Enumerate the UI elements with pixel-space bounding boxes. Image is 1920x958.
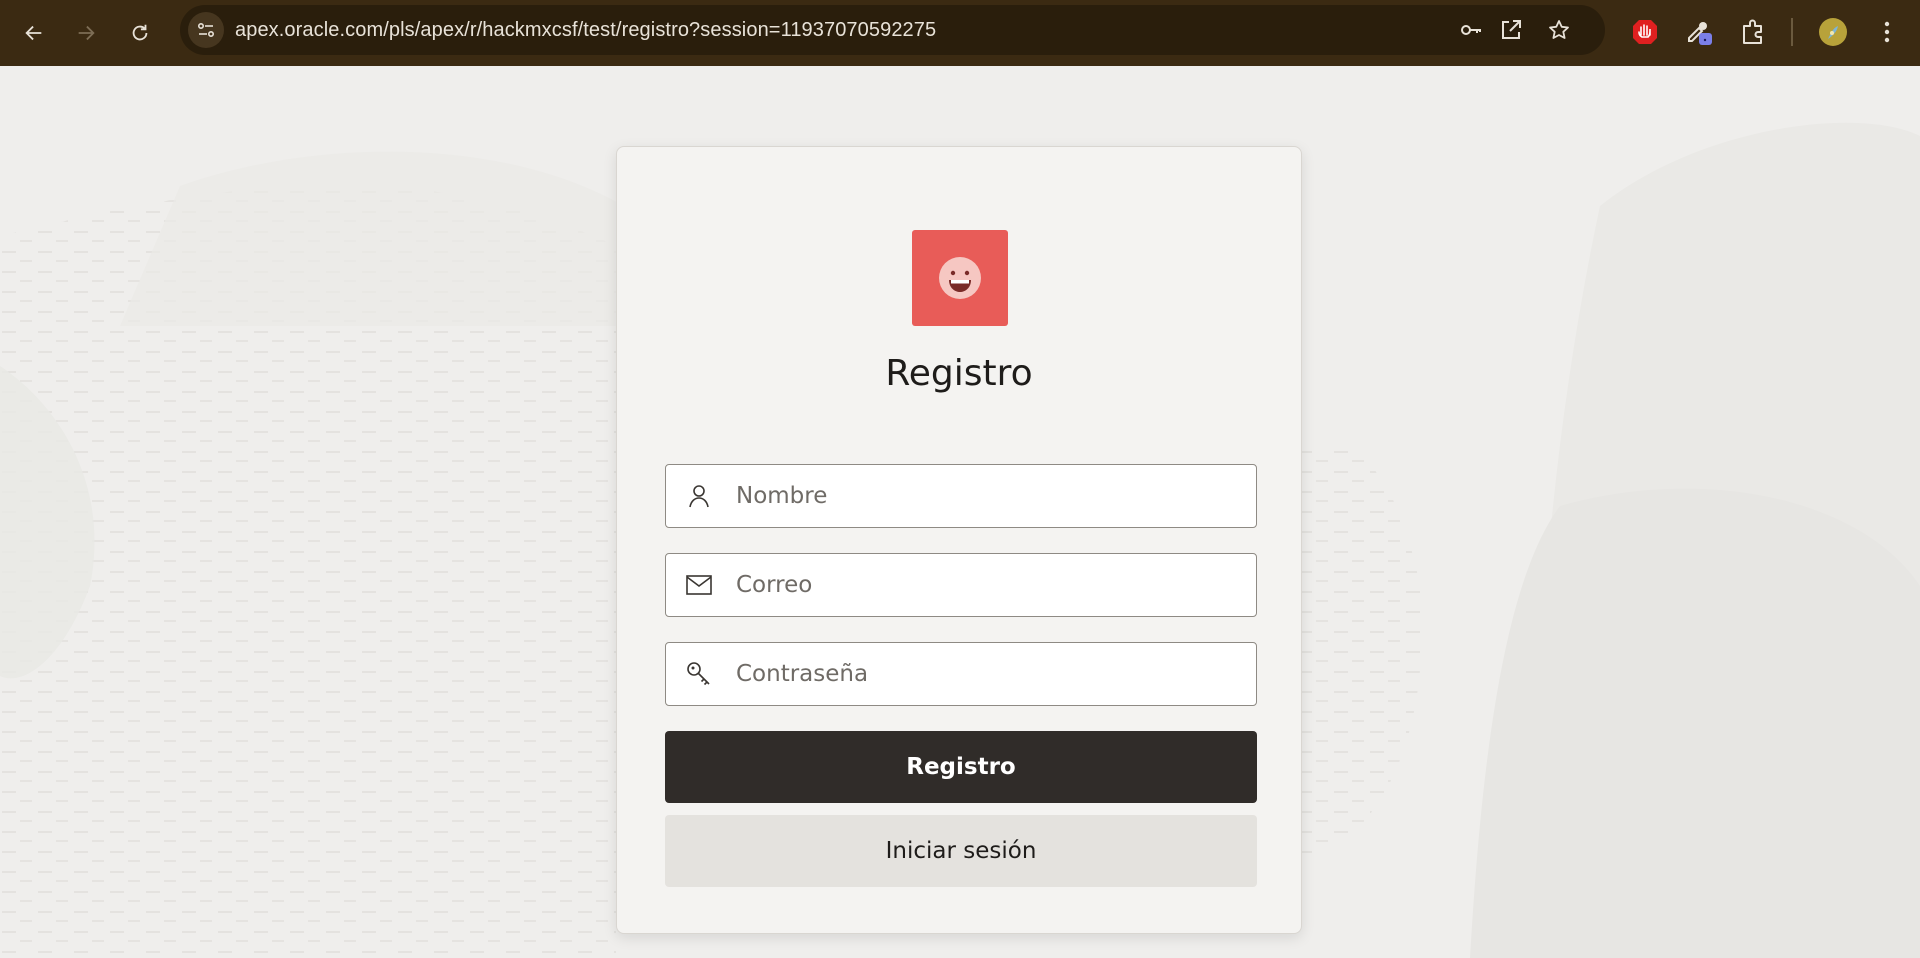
page-title: Registro [885,353,1033,394]
url-text[interactable]: apex.oracle.com/pls/apex/r/hackmxcsf/tes… [235,5,936,55]
email-field[interactable] [665,553,1257,617]
key-icon [1461,25,1481,35]
password-input[interactable] [736,643,1236,705]
site-info-button[interactable] [188,12,224,48]
reload-icon [132,24,148,41]
envelope-icon [686,572,712,598]
open-in-app-button[interactable] [1496,15,1526,45]
login-button[interactable]: Iniciar sesión [665,815,1257,887]
arrow-left-icon [25,25,42,41]
key-icon [686,661,712,687]
toolbar-divider [1791,18,1793,46]
eyedropper-icon [1688,22,1712,45]
page-background: Registro Registro Iniciar sesión [0,66,1920,958]
arrow-right-icon [78,25,95,41]
reload-button[interactable] [120,13,160,53]
open-external-icon [1502,20,1521,39]
registration-card: Registro Registro Iniciar sesión [616,146,1302,934]
tune-icon [197,22,215,38]
name-field[interactable] [665,464,1257,528]
forward-button[interactable] [66,13,106,53]
back-button[interactable] [14,13,54,53]
name-input[interactable] [736,465,1236,527]
puzzle-icon [1743,19,1762,44]
password-button[interactable] [1456,15,1486,45]
bookmark-button[interactable] [1544,15,1574,45]
email-input[interactable] [736,554,1236,616]
star-icon [1549,20,1569,39]
smiley-face-icon [939,257,981,299]
password-field[interactable] [665,642,1257,706]
extensions-button[interactable] [1733,12,1773,52]
address-bar[interactable]: apex.oracle.com/pls/apex/r/hackmxcsf/tes… [180,5,1605,55]
extension-eyedropper-button[interactable] [1679,12,1719,52]
browser-menu-button[interactable] [1867,12,1907,52]
extension-adblock-button[interactable] [1625,12,1665,52]
app-logo [912,230,1008,326]
kebab-menu-icon [1884,21,1890,43]
profile-button[interactable] [1813,12,1853,52]
register-button[interactable]: Registro [665,731,1257,803]
browser-toolbar: apex.oracle.com/pls/apex/r/hackmxcsf/tes… [0,0,1920,66]
hand-stop-icon [1633,20,1657,44]
avatar [1819,18,1847,46]
user-icon [686,483,712,509]
